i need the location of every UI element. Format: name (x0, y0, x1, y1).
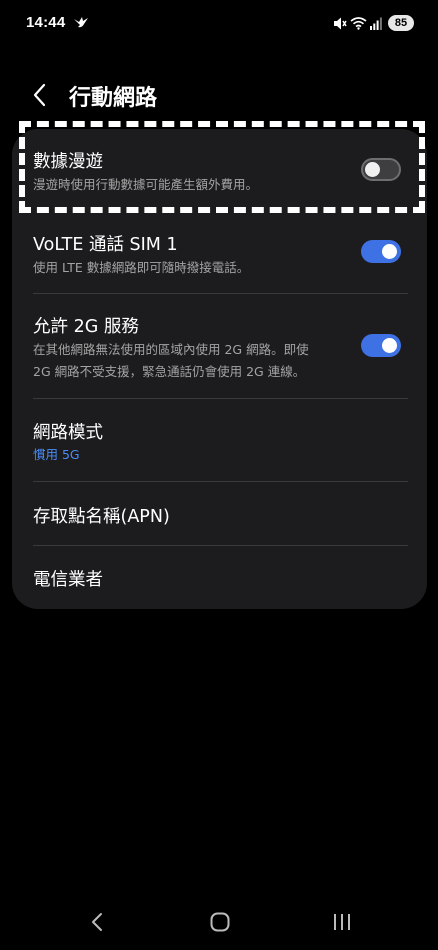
status-bar: 14:44 85 (0, 0, 438, 46)
page-title: 行動網路 (69, 86, 158, 111)
setting-title: 存取點名稱(APN) (33, 507, 170, 527)
setting-title: 電信業者 (33, 570, 103, 590)
volte-toggle[interactable] (361, 240, 401, 263)
setting-allow-2g[interactable]: 允許 2G 服務 在其他網路無法使用的區域內使用 2G 網路。即使 2G 網路不… (12, 294, 427, 398)
setting-title: 允許 2G 服務 (33, 317, 139, 337)
setting-subtitle-line2: 2G 網路不受支援，緊急通話仍會使用 2G 連線。 (33, 364, 306, 379)
setting-subtitle-line1: 在其他網路無法使用的區域內使用 2G 網路。即使 (33, 342, 309, 357)
setting-apn[interactable]: 存取點名稱(APN) (12, 482, 427, 545)
setting-network-mode[interactable]: 網路模式 慣用 5G (12, 399, 427, 481)
bird-icon (74, 17, 88, 28)
back-icon[interactable] (83, 909, 113, 935)
mute-icon (334, 17, 347, 29)
setting-title: VoLTE 通話 SIM 1 (33, 235, 178, 255)
setting-volte[interactable]: VoLTE 通話 SIM 1 使用 LTE 數據網路即可隨時撥接電話。 (12, 213, 427, 293)
status-icons: 85 (332, 14, 414, 32)
setting-value: 慣用 5G (33, 447, 80, 462)
signal-icon (370, 17, 382, 30)
setting-subtitle: 使用 LTE 數據網路即可隨時撥接電話。 (33, 260, 250, 275)
navigation-bar (0, 895, 438, 950)
toggle-knob (382, 338, 397, 353)
wifi-icon (350, 17, 367, 30)
allow-2g-toggle[interactable] (361, 334, 401, 357)
recents-icon[interactable] (327, 909, 357, 935)
chevron-left-icon[interactable] (28, 80, 56, 110)
battery-icon: 85 (388, 15, 414, 31)
setting-title: 網路模式 (33, 423, 103, 443)
toggle-knob (382, 244, 397, 259)
header: 行動網路 (0, 78, 438, 112)
home-icon[interactable] (205, 909, 235, 935)
setting-carrier[interactable]: 電信業者 (12, 546, 427, 609)
highlight-box (19, 121, 425, 213)
status-time: 14:44 (26, 14, 66, 31)
